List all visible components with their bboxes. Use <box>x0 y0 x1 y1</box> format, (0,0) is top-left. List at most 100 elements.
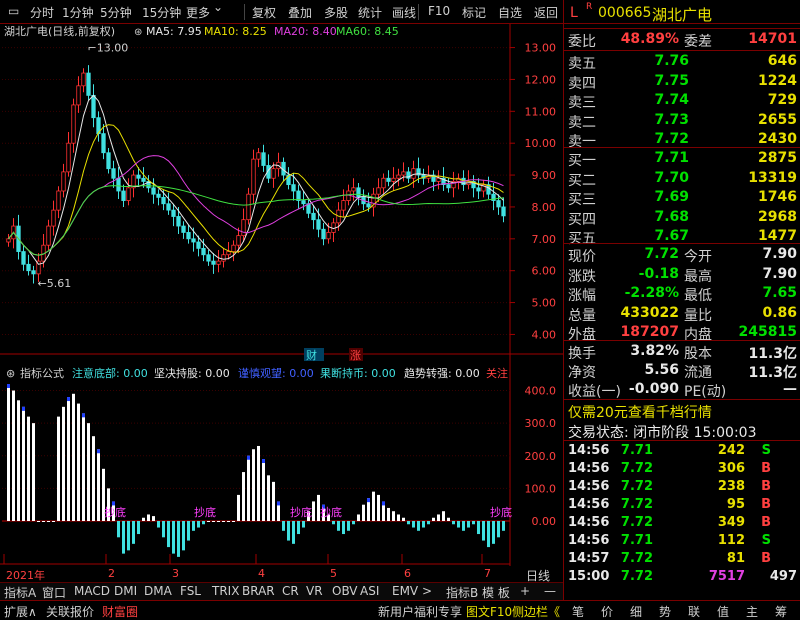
stat-value: -0.090 <box>628 381 679 397</box>
stat-label: 收益(一) <box>568 384 621 400</box>
quote-tab-5[interactable]: 值 <box>717 603 729 620</box>
indicator-bar <box>117 521 120 538</box>
indicator-tab-3[interactable]: DMI <box>114 584 137 598</box>
indicator-tab-6[interactable]: TRIX <box>212 584 239 598</box>
chevron-down-icon[interactable]: ⌄ <box>213 0 223 14</box>
toolbar-item-2[interactable]: 5分钟 <box>100 4 132 21</box>
period-tab[interactable]: 日线 <box>526 567 550 584</box>
badge-zhang-text: 涨 <box>350 349 361 362</box>
candle-body <box>126 187 131 201</box>
stat-label: PE(动) <box>684 384 727 400</box>
toolbar-item-1[interactable]: 1分钟 <box>62 4 94 21</box>
indicator-bar <box>87 423 90 521</box>
indicator-tab-14[interactable]: 指标B <box>446 584 478 601</box>
tick-price: 7.72 <box>620 461 653 476</box>
quote-tab-7[interactable]: 筹 <box>775 603 787 620</box>
candle-body <box>246 193 251 221</box>
status-tab-0[interactable]: 扩展∧ <box>4 603 37 620</box>
indicator-tab-15[interactable]: 模 板 <box>482 584 510 601</box>
settings-icon[interactable]: ⊛ <box>134 27 142 38</box>
tick-volume: 306 <box>717 461 745 476</box>
sidebar-toggle[interactable]: 侧边栏《 <box>512 603 560 620</box>
stat-value: -0.18 <box>638 265 679 282</box>
promo-link[interactable]: 新用户福利专享 <box>378 603 462 620</box>
indicator-bar <box>157 521 160 528</box>
indicator-bar <box>497 521 500 538</box>
candle-body <box>21 251 26 265</box>
indicator-tab-1[interactable]: 窗口 <box>42 584 66 601</box>
candle-body <box>236 235 241 246</box>
order-price: 7.73 <box>654 111 689 128</box>
indicator-tab-16[interactable]: + <box>520 584 530 598</box>
indicator-item-2: 谨慎观望: 0.00 <box>238 366 314 380</box>
quote-tab-2[interactable]: 细 <box>630 603 642 620</box>
indicator-tab-7[interactable]: BRAR <box>242 584 275 598</box>
stock-code: 000665 <box>598 5 652 21</box>
kline-chart-svg[interactable]: 13.00 12.00 11.00 10.00 9.00 8.00 7.00 6.00 5.00… <box>0 24 563 566</box>
indicator-bar <box>477 521 480 535</box>
toolbar-item-8[interactable]: 统计 <box>358 4 382 21</box>
status-tab-1[interactable]: 关联报价 <box>46 603 94 620</box>
quote-tab-6[interactable]: 主 <box>746 603 758 620</box>
kline-chart[interactable]: 13.00 12.00 11.00 10.00 9.00 8.00 7.00 6.00 5.00… <box>0 24 563 566</box>
tick-price: 7.72 <box>620 569 653 584</box>
candle-body <box>411 168 416 179</box>
quote-tab-1[interactable]: 价 <box>601 603 613 620</box>
indicator-tab-13[interactable]: > <box>422 584 432 598</box>
indicator-bar-cap <box>367 498 370 503</box>
indicator-bar <box>297 521 300 535</box>
weicha-value: 14701 <box>748 31 797 47</box>
order-book-row: 卖三 7.74 729 <box>564 90 800 111</box>
level2-promo[interactable]: 仅需20元查看千档行情 <box>564 400 800 421</box>
toolbar-item-12[interactable]: 自选 <box>498 4 522 21</box>
toolbar-item-11[interactable]: 标记 <box>462 4 486 21</box>
indicator-tab-0[interactable]: 指标A <box>4 584 36 601</box>
indicator-bar-cap <box>22 406 25 411</box>
toolbar-item-5[interactable]: 复权 <box>252 4 276 21</box>
indicator-settings-icon[interactable]: ⊛ <box>6 367 15 380</box>
indicator-bar-cap <box>67 397 70 402</box>
indicator-tab-4[interactable]: DMA <box>144 584 172 598</box>
stock-name: 湖北广电 <box>652 6 713 24</box>
toolbar-item-0[interactable]: 分时 <box>30 4 54 21</box>
indicator-bar <box>7 384 10 521</box>
indicator-tab-12[interactable]: EMV <box>392 584 418 598</box>
indicator-tab-9[interactable]: VR <box>306 584 323 598</box>
candle-body <box>71 104 76 144</box>
indicator-tab-10[interactable]: OBV <box>332 584 358 598</box>
status-tab-2[interactable]: 财富圈 <box>102 603 138 620</box>
toolbar-item-13[interactable]: 返回 <box>534 4 558 21</box>
order-book-row: 买一 7.71 2875 <box>564 148 800 169</box>
indicator-tab-17[interactable]: — <box>544 584 556 598</box>
candle-body <box>366 203 371 208</box>
indicator-tab-11[interactable]: ASI <box>360 584 379 598</box>
toolbar-item-4[interactable]: 更多 <box>186 4 210 21</box>
toolbar-item-6[interactable]: 叠加 <box>288 4 312 21</box>
quote-tab-0[interactable]: 笔 <box>572 603 584 620</box>
indicator-bar <box>72 393 75 521</box>
indicator-item-0: 注意底部: 0.00 <box>72 366 148 380</box>
indicator-bar <box>372 491 375 521</box>
f10-link[interactable]: 图文F10 <box>466 603 512 620</box>
tick-volume: 238 <box>717 479 745 494</box>
candle-body <box>101 133 106 154</box>
toolbar-item-3[interactable]: 15分钟 <box>142 4 181 21</box>
quote-tab-3[interactable]: 势 <box>659 603 671 620</box>
toolbar-item-7[interactable]: 多股 <box>324 4 348 21</box>
indicator-tab-5[interactable]: FSL <box>180 584 201 598</box>
indicator-bar <box>352 521 355 525</box>
candle-body <box>376 187 381 195</box>
toolbar-square-icon[interactable]: ▭ <box>8 4 19 18</box>
level2-promo-text[interactable]: 仅需20元查看千档行情 <box>568 402 712 422</box>
trading-app: 分时 1分钟 5分钟 15分钟 更多 复权 叠加 多股 统计 画线 F10 标记 自选 返回 ▭ ⌄ 13.0… <box>0 0 800 620</box>
order-volume: 2655 <box>758 111 797 128</box>
quote-tab-4[interactable]: 联 <box>688 603 700 620</box>
indicator-tab-8[interactable]: CR <box>282 584 299 598</box>
toolbar-item-9[interactable]: 画线 <box>392 4 416 21</box>
price-tick-label: 13.00 <box>525 42 557 55</box>
indicator-bar <box>267 475 270 521</box>
toolbar-item-10[interactable]: F10 <box>428 4 450 18</box>
indicator-bar-cap <box>382 501 385 506</box>
indicator-tab-2[interactable]: MACD <box>74 584 110 598</box>
bottom-status-bar: 扩展∧ 关联报价 财富圈 新用户福利专享 图文F10 侧边栏《笔价细势联值主筹 <box>0 600 800 620</box>
